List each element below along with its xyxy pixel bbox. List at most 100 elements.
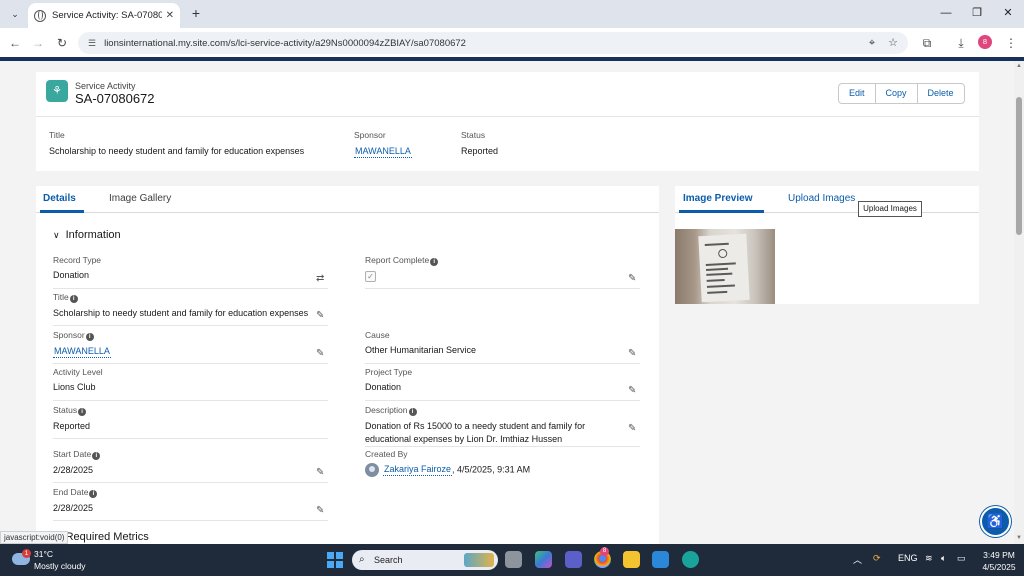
edit-pencil-icon[interactable]: ✎ [316,349,326,359]
field-title: Title i Scholarship to needy student and … [53,292,328,326]
tray-overflow-icon[interactable]: ︿ [853,553,862,566]
copilot-icon[interactable] [535,551,552,568]
globe-icon [34,9,46,22]
window-close-button[interactable]: ✕ [992,4,1024,22]
site-header-bar [0,57,1024,61]
info-icon[interactable]: i [69,295,78,303]
volume-icon[interactable]: 🔈︎ [941,553,946,564]
report-complete-checkbox: ✓ [365,271,376,282]
field-label: Record Type [53,255,102,265]
info-icon[interactable]: i [78,408,87,416]
scroll-down-arrow-icon[interactable]: ▼ [1015,535,1023,541]
edit-pencil-icon[interactable]: ✎ [628,274,638,284]
edge-icon[interactable] [682,551,699,568]
record-name: SA-07080672 [75,91,155,106]
info-icon[interactable]: i [85,333,94,341]
details-card: Details Image Gallery ∨ Information Recor… [36,186,659,546]
field-value: 2/28/2025 [53,465,94,475]
change-record-type-icon[interactable]: ⇄ [316,274,326,284]
highlight-status: Status Reported [461,130,498,156]
section-information[interactable]: ∨ Information [53,229,121,241]
back-button[interactable]: ← [6,34,24,52]
close-icon[interactable]: ✕ [166,10,174,21]
tab-details[interactable]: Details [43,193,76,204]
receipt-line [706,278,725,282]
info-icon[interactable]: i [92,452,101,460]
edit-pencil-icon[interactable]: ✎ [316,468,326,478]
restore-button[interactable]: ❐ [961,4,993,22]
scroll-up-arrow-icon[interactable]: ▲ [1015,63,1023,69]
downloads-icon[interactable]: ⤓ [952,34,970,52]
teams-icon[interactable] [565,551,582,568]
site-info-icon[interactable]: ☰ [88,38,96,49]
image-panel: Image Preview Upload Images [675,186,979,304]
highlight-sponsor-label: Sponsor [354,130,386,140]
field-cause: Cause Other Humanitarian Service ✎ [365,330,640,364]
info-icon[interactable]: i [430,258,439,266]
section-information-label: Information [65,229,121,241]
highlight-title-label: Title [49,130,65,140]
taskbar-search[interactable]: ⌕ Search [352,550,498,570]
new-tab-button[interactable]: + [188,5,204,21]
field-project-type: Project Type Donation ✎ [365,367,640,401]
minimize-button[interactable]: — [930,4,962,22]
sponsor-link[interactable]: MAWANELLA [53,346,111,358]
profile-avatar[interactable]: 8 [978,35,992,49]
edit-pencil-icon[interactable]: ✎ [628,424,638,434]
file-explorer-icon[interactable] [623,551,640,568]
tab-image-preview[interactable]: Image Preview [683,193,752,204]
highlight-status-value: Reported [461,146,499,156]
scroll-thumb[interactable] [1016,97,1022,235]
browser-tabstrip: ⌄ Service Activity: SA-07080672 ✕ + — ❐ … [0,0,1024,28]
field-description: Description i Donation of Rs 15000 to a n… [365,405,640,447]
tab-image-gallery[interactable]: Image Gallery [109,193,171,204]
windows-start-icon[interactable] [327,552,343,568]
browser-tab[interactable]: Service Activity: SA-07080672 ✕ [28,3,180,28]
receipt-line [706,284,735,288]
created-by-user-link[interactable]: Zakariya Fairoze [383,464,453,477]
object-type-label: Service Activity [75,81,136,91]
battery-icon[interactable]: ▭ [957,553,966,564]
field-label: Title [53,292,69,302]
security-icon[interactable]: ⟳ [873,553,881,564]
page-scrollbar[interactable]: ▲ ▼ [1014,61,1024,544]
edit-pencil-icon[interactable]: ✎ [628,349,638,359]
edit-pencil-icon[interactable]: ✎ [316,311,326,321]
wifi-icon[interactable]: ≋ [925,553,933,564]
extensions-icon[interactable]: ⧉ [918,34,936,52]
chrome-badge: 8 [600,547,609,556]
receipt-image[interactable] [675,229,775,304]
field-status: Status i Reported [53,405,328,439]
copy-button[interactable]: Copy [876,84,918,103]
info-icon[interactable]: i [408,408,417,416]
delete-button[interactable]: Delete [918,84,964,103]
field-value: Donation [53,270,90,280]
location-icon[interactable]: ⌖ [863,32,881,54]
highlight-sponsor-link[interactable]: MAWANELLA [354,146,412,158]
section-required-metrics-label: Required Metrics [65,531,149,543]
photos-icon[interactable] [652,551,669,568]
tab-upload-images[interactable]: Upload Images [788,193,855,204]
task-view-icon[interactable] [505,551,522,568]
browser-menu-icon[interactable]: ⋮ [1002,34,1020,52]
address-bar[interactable]: ☰ lionsinternational.my.site.com/s/lci-s… [78,32,908,54]
edit-pencil-icon[interactable]: ✎ [316,506,326,516]
reload-button[interactable]: ↻ [53,34,71,52]
search-highlight-icon [464,553,494,567]
edit-button[interactable]: Edit [839,84,876,103]
forward-button[interactable]: → [29,34,47,52]
edit-pencil-icon[interactable]: ✎ [628,386,638,396]
field-label: Activity Level [53,367,103,377]
tab-search-chevron-icon[interactable]: ⌄ [6,5,24,23]
created-by-date: , 4/5/2025, 9:31 AM [452,464,531,475]
field-label: Created By [365,449,408,459]
field-value: Donation of Rs 15000 to a needy student … [365,421,586,444]
bookmark-star-icon[interactable]: ☆ [884,32,902,54]
clock[interactable]: 3:49 PM 4/5/2025 [978,549,1020,573]
field-value: Other Humanitarian Service [365,345,477,355]
accessibility-button[interactable]: ♿ [980,506,1011,537]
field-report-complete: Report Complete i ✓ ✎ [365,255,640,289]
language-indicator[interactable]: ENG [898,553,918,563]
info-icon[interactable]: i [89,490,98,498]
details-tabs: Details Image Gallery [36,186,659,213]
